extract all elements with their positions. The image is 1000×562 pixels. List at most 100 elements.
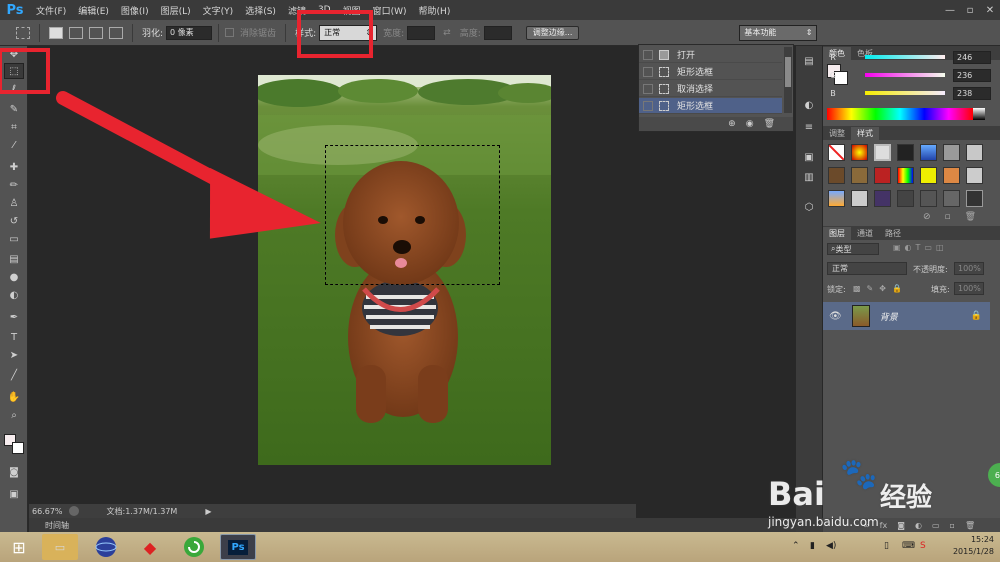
marquee-selection[interactable] [325, 145, 500, 285]
menu-layer[interactable]: 图层(L) [155, 4, 197, 17]
workspace-select[interactable]: 基本功能 ⇕ [739, 24, 818, 41]
file-explorer-icon[interactable]: ▭ [42, 534, 78, 560]
history-panel-icon[interactable]: ▤ [801, 54, 817, 68]
style-swatch[interactable] [828, 167, 845, 184]
marquee-preset-icon[interactable] [16, 26, 30, 39]
brush-tool-icon[interactable]: ✏ [4, 177, 24, 193]
stamp-tool-icon[interactable]: ♙ [4, 195, 24, 211]
fill-input[interactable]: 100% [954, 282, 984, 295]
antialias-checkbox[interactable] [225, 28, 235, 37]
healing-tool-icon[interactable]: ✚ [4, 159, 24, 175]
3d-panel-icon[interactable]: ⬡ [801, 200, 817, 214]
eye-icon[interactable]: 👁 [829, 311, 842, 322]
play-icon[interactable]: ▶ [205, 507, 211, 516]
history-snapshot-checkbox[interactable] [643, 66, 653, 77]
taskbar-clock[interactable]: 15:24 2015/1/28 [942, 534, 994, 558]
bw-ramp[interactable] [973, 108, 985, 120]
camera-icon[interactable]: ◉ [746, 119, 754, 129]
refresh-app-icon[interactable] [176, 534, 212, 560]
zoom-tool-icon[interactable]: ⌕ [4, 407, 24, 423]
style-swatch[interactable] [851, 167, 868, 184]
subtract-selection-icon[interactable] [89, 26, 103, 39]
style-swatch[interactable] [943, 190, 960, 207]
style-swatch[interactable] [874, 144, 891, 161]
maximize-button[interactable]: ▫ [960, 0, 980, 20]
history-snapshot-checkbox[interactable] [643, 100, 653, 111]
style-swatch[interactable] [920, 167, 937, 184]
swap-icon[interactable]: ⇄ [443, 28, 451, 38]
tab-channels[interactable]: 通道 [851, 227, 879, 240]
style-swatch[interactable] [966, 167, 983, 184]
info-panel-icon[interactable]: ▣ [801, 150, 817, 164]
new-selection-icon[interactable] [49, 26, 63, 39]
menu-select[interactable]: 选择(S) [239, 4, 282, 17]
background-color-swatch[interactable] [12, 442, 24, 454]
layer-filter-select[interactable]: ⌕ 类型 [827, 243, 879, 255]
zoom-level[interactable]: 66.67% [32, 507, 63, 516]
hand-tool-icon[interactable]: ✋ [4, 389, 24, 405]
style-swatch[interactable] [920, 190, 937, 207]
app-icon[interactable]: ◆ [132, 534, 168, 560]
tab-paths[interactable]: 路径 [879, 227, 907, 240]
style-swatch[interactable] [874, 167, 891, 184]
history-item[interactable]: 取消选择 [639, 81, 782, 97]
history-item[interactable]: 打开 [639, 47, 782, 63]
quick-select-tool-icon[interactable]: ✎ [4, 101, 24, 117]
b-track[interactable] [865, 91, 945, 95]
history-item-selected[interactable]: 矩形选框 [639, 98, 782, 114]
style-swatch[interactable] [897, 144, 914, 161]
lock-icons[interactable]: ▩✎✥🔒 [853, 284, 908, 293]
history-scrollbar[interactable] [784, 47, 792, 113]
blur-tool-icon[interactable]: ● [4, 269, 24, 285]
clear-style-icon[interactable]: ⊘ [923, 212, 931, 222]
notes-panel-icon[interactable]: ▥ [801, 170, 817, 184]
style-swatch[interactable] [897, 167, 914, 184]
volume-icon[interactable]: ◀) [826, 541, 836, 551]
dodge-tool-icon[interactable]: ◐ [4, 287, 24, 303]
type-tool-icon[interactable]: T [4, 329, 24, 345]
status-info-icon[interactable] [68, 506, 79, 516]
b-value[interactable]: 238 [953, 86, 991, 100]
minimize-button[interactable]: — [940, 0, 960, 20]
style-swatch[interactable] [966, 190, 983, 207]
style-swatch[interactable] [874, 190, 891, 207]
history-snapshot-checkbox[interactable] [643, 83, 653, 94]
battery-icon[interactable]: ▯ [884, 541, 889, 551]
layer-filter-icons[interactable]: ▣◐T▭◫ [893, 243, 948, 252]
style-swatch[interactable] [851, 190, 868, 207]
style-swatch[interactable] [920, 144, 937, 161]
add-selection-icon[interactable] [69, 26, 83, 39]
antivirus-icon[interactable]: S [920, 541, 926, 551]
gradient-tool-icon[interactable]: ▤ [4, 251, 24, 267]
network-icon[interactable]: ▮ [810, 541, 815, 551]
width-input[interactable] [407, 25, 436, 40]
history-item[interactable]: 矩形选框 [639, 64, 782, 80]
style-swatch[interactable] [851, 144, 868, 161]
menu-help[interactable]: 帮助(H) [413, 4, 457, 17]
tab-styles[interactable]: 样式 [851, 127, 879, 140]
scrollbar-thumb[interactable] [785, 57, 791, 87]
trash-icon[interactable]: 🗑 [965, 212, 976, 222]
close-button[interactable]: ✕ [980, 0, 1000, 20]
style-swatch[interactable] [943, 144, 960, 161]
feather-input[interactable]: 0 像素 [166, 25, 213, 40]
ime-icon[interactable]: ⌨ [902, 541, 915, 551]
g-value[interactable]: 236 [953, 68, 991, 82]
style-swatch[interactable] [828, 190, 845, 207]
r-value[interactable]: 246 [953, 50, 991, 64]
browser-globe-icon[interactable] [88, 534, 124, 560]
intersect-selection-icon[interactable] [109, 26, 123, 39]
menu-file[interactable]: 文件(F) [30, 4, 72, 17]
opacity-input[interactable]: 100% [954, 262, 984, 275]
sliders-icon[interactable]: ≡ [801, 120, 817, 134]
blend-mode-select[interactable]: 正常 [827, 262, 907, 275]
menu-edit[interactable]: 编辑(E) [72, 4, 115, 17]
pen-tool-icon[interactable]: ✒ [4, 309, 24, 325]
g-track[interactable] [865, 73, 945, 77]
screen-mode-icon[interactable]: ▣ [4, 486, 24, 502]
style-none-swatch[interactable] [828, 144, 845, 161]
path-select-icon[interactable]: ➤ [4, 347, 24, 363]
quick-mask-icon[interactable]: ◙ [4, 464, 24, 480]
color-spectrum[interactable] [827, 108, 973, 120]
style-swatch[interactable] [966, 144, 983, 161]
